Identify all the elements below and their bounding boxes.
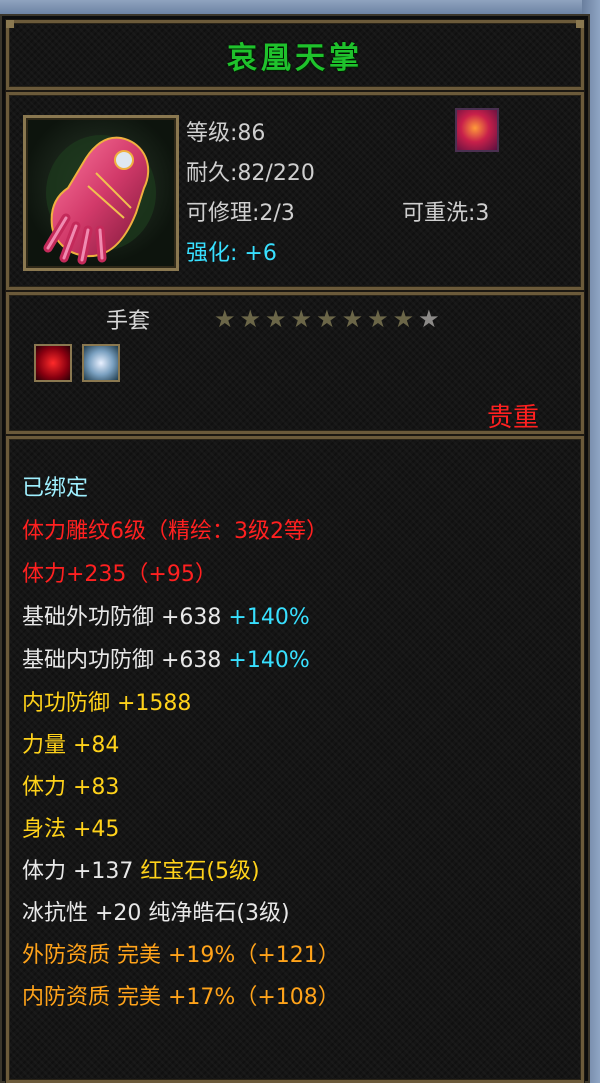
int-defense-stat: 基础内功防御 +638 +140% [22, 642, 310, 674]
star-icon: ★ [341, 305, 364, 333]
star-icon: ★ [418, 305, 440, 333]
int-defense-pct: +140% [228, 648, 310, 673]
carving-stat: 体力雕纹6级（精绘：3级2等） [22, 519, 328, 544]
durability-text: 耐久:82/220 [186, 161, 315, 186]
ice-resist-stat: 冰抗性 +20 纯净皓石(3级) [22, 901, 290, 926]
rarity-label: 贵重 [487, 403, 540, 433]
ext-aptitude-stat: 外防资质 完美 +19%（+121） [22, 943, 340, 968]
star-icon: ★ [392, 305, 415, 333]
window-top-strip [0, 0, 600, 14]
star-icon: ★ [265, 305, 287, 333]
gem-badge-icon [455, 108, 499, 152]
int-defense-value: 基础内功防御 +638 [22, 648, 222, 673]
stamina-stat: 体力+235（+95） [22, 562, 217, 587]
glove-icon [43, 135, 156, 265]
item-type: 手套 [106, 309, 151, 334]
level-text: 等级:86 [186, 121, 266, 146]
item-name: 哀凰天掌 [227, 41, 363, 76]
int-aptitude-stat: 内防资质 完美 +17%（+108） [22, 985, 340, 1010]
strength-stat: 力量 +84 [22, 733, 120, 758]
ruby-stat: 体力 +137 红宝石(5级) [22, 853, 260, 885]
inner-defense-stat: 内功防御 +1588 [22, 691, 192, 716]
star-icon: ★ [214, 305, 236, 333]
ruby-stat-value: 体力 +137 [22, 859, 141, 884]
red-gem-slot-icon [34, 344, 72, 382]
star-rating: ★ ★ ★ ★ ★ ★ ★ ★ ★ [214, 306, 440, 332]
ruby-gem-name: 红宝石(5级) [140, 859, 260, 884]
stamina2-stat: 体力 +83 [22, 775, 120, 800]
ext-defense-pct: +140% [228, 605, 310, 630]
ext-defense-stat: 基础外功防御 +638 +140% [22, 599, 310, 631]
star-icon: ★ [316, 305, 338, 333]
agility-stat: 身法 +45 [22, 817, 120, 842]
star-icon: ★ [367, 305, 389, 333]
white-gem-slot-icon [82, 344, 120, 382]
rewash-text: 可重洗:3 [402, 201, 490, 226]
ext-defense-value: 基础外功防御 +638 [22, 605, 222, 630]
star-icon: ★ [239, 305, 262, 333]
item-icon-frame [23, 115, 179, 271]
enhance-text: 强化: +6 [186, 241, 277, 266]
title-frame: 哀凰天掌 [6, 20, 584, 90]
repair-text: 可修理:2/3 [186, 201, 295, 226]
star-icon: ★ [290, 305, 313, 333]
bound-status: 已绑定 [22, 476, 89, 501]
